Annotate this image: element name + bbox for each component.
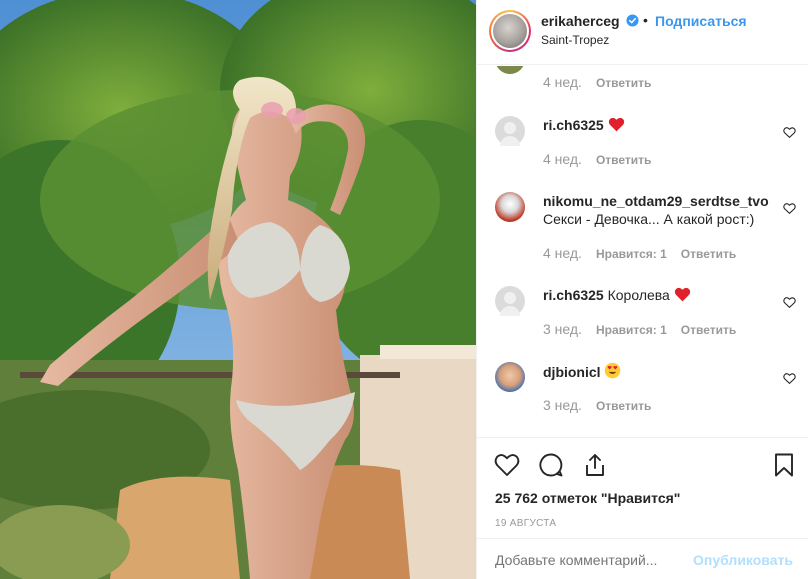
comment-icon[interactable]	[538, 452, 564, 478]
post-photo[interactable]	[0, 0, 476, 579]
commenter-avatar[interactable]	[495, 362, 525, 392]
comment-time[interactable]: 4 нед.	[543, 245, 582, 261]
commenter-avatar[interactable]	[495, 116, 525, 146]
author-avatar[interactable]	[489, 10, 531, 52]
heart-eyes-emoji-icon	[605, 362, 621, 379]
add-comment-input[interactable]	[495, 552, 675, 568]
avatar-inner-ring	[491, 12, 529, 50]
comment-text: ri.ch6325 Королева	[543, 286, 779, 304]
bookmark-icon[interactable]	[771, 452, 797, 478]
comment-time[interactable]: 4 нед.	[543, 74, 582, 90]
reply-button[interactable]: Ответить	[596, 76, 651, 90]
post-header: erikaherceg • Подписаться Saint-Tropez	[477, 0, 808, 65]
share-icon[interactable]	[582, 452, 608, 478]
post-date[interactable]: 19 АВГУСТА	[495, 518, 556, 529]
photo-illustration	[0, 0, 476, 579]
comment-time[interactable]: 3 нед.	[543, 321, 582, 337]
avatar-image	[493, 14, 527, 48]
post-location[interactable]: Saint-Tropez	[541, 33, 609, 47]
header-separator: •	[643, 12, 648, 28]
comment-meta: 4 нед. Нравится: 1 Ответить	[543, 245, 750, 261]
comment-body: Королева	[607, 287, 670, 303]
comment-time[interactable]: 3 нед.	[543, 397, 582, 413]
comment-meta: 4 нед. Ответить	[543, 74, 665, 90]
reply-button[interactable]: Ответить	[681, 323, 736, 337]
like-comment-heart-icon[interactable]	[783, 202, 796, 215]
likes-count[interactable]: 25 762 отметок "Нравится"	[495, 490, 680, 506]
subscribe-button[interactable]: Подписаться	[655, 13, 747, 29]
heart-icon[interactable]	[494, 452, 520, 478]
comment-likes-count[interactable]: Нравится: 1	[596, 247, 667, 261]
like-comment-heart-icon[interactable]	[783, 126, 796, 139]
commenter-avatar[interactable]	[495, 66, 525, 74]
commenter-username[interactable]: djbionicl	[543, 364, 601, 380]
commenter-username[interactable]: nikomu_ne_otdam29_serdtse_tvo	[543, 193, 769, 209]
publish-button[interactable]: Опубликовать	[693, 552, 793, 568]
reply-button[interactable]: Ответить	[596, 153, 651, 167]
like-comment-heart-icon[interactable]	[783, 296, 796, 309]
post-side-panel: erikaherceg • Подписаться Saint-Tropez 4…	[476, 0, 808, 579]
comment-time[interactable]: 4 нед.	[543, 151, 582, 167]
comment-body: Секси - Девочка... А какой рост:)	[543, 211, 755, 227]
comment-meta: 4 нед. Ответить	[543, 151, 665, 167]
comments-list[interactable]: 4 нед. Ответить ri.ch6325 4 нед. Ответить	[477, 66, 808, 436]
comment-text: djbionicl	[543, 362, 779, 381]
comment-meta: 3 нед. Нравится: 1 Ответить	[543, 321, 750, 337]
reply-button[interactable]: Ответить	[596, 399, 651, 413]
comment-text: nikomu_ne_otdam29_serdtse_tvo Секси - Де…	[543, 192, 779, 228]
author-username[interactable]: erikaherceg	[541, 13, 620, 29]
verified-badge-icon	[626, 14, 639, 27]
commenter-username[interactable]: ri.ch6325	[543, 287, 604, 303]
comment-meta: 3 нед. Ответить	[543, 397, 665, 413]
commenter-username[interactable]: ri.ch6325	[543, 117, 604, 133]
comment-likes-count[interactable]: Нравится: 1	[596, 323, 667, 337]
comment-text: ri.ch6325	[543, 116, 779, 134]
reply-button[interactable]: Ответить	[681, 247, 736, 261]
add-comment-bar: Опубликовать	[477, 538, 808, 579]
red-heart-emoji-icon	[674, 287, 690, 302]
commenter-avatar[interactable]	[495, 192, 525, 222]
red-heart-emoji-icon	[608, 117, 624, 132]
commenter-avatar[interactable]	[495, 286, 525, 316]
like-comment-heart-icon[interactable]	[783, 372, 796, 385]
